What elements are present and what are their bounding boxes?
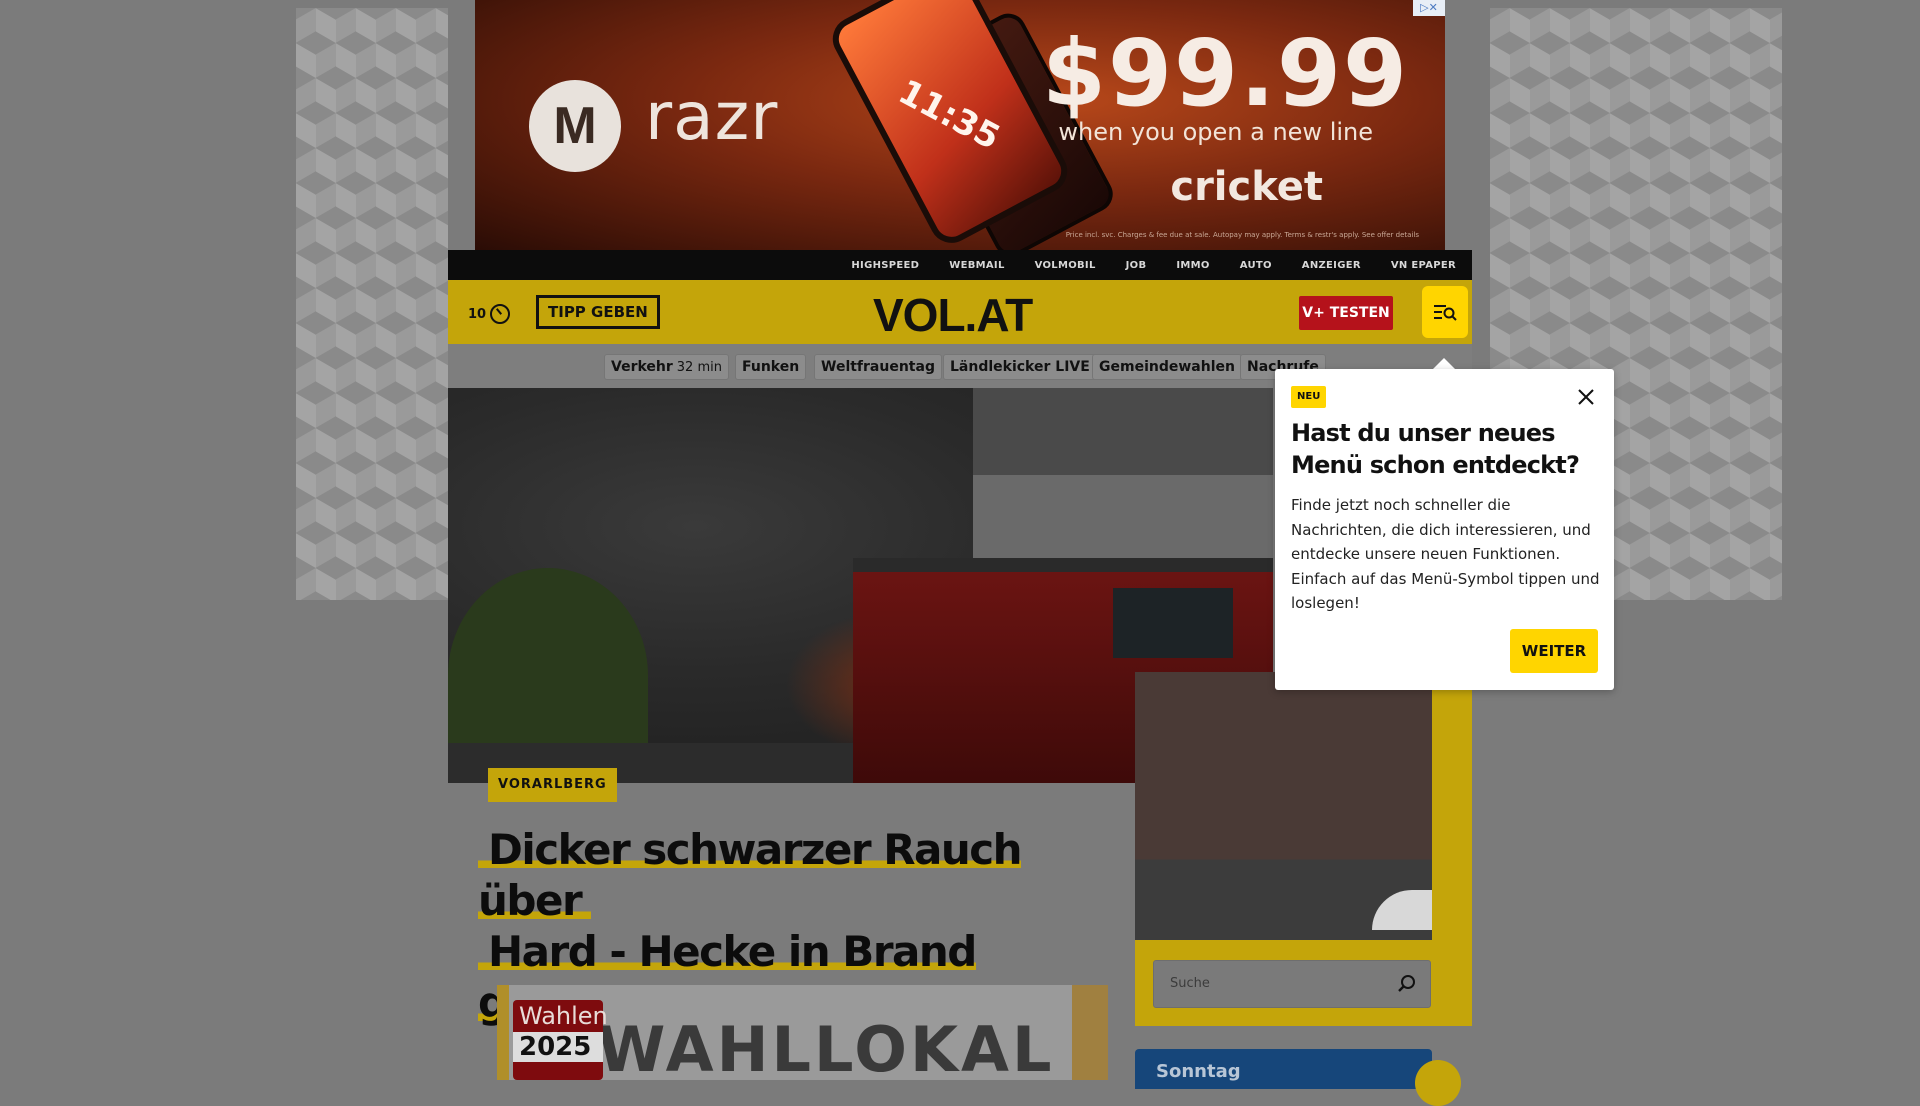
menu-search-button[interactable] <box>1422 286 1468 338</box>
continue-button[interactable]: WEITER <box>1510 629 1598 673</box>
search-placeholder: Suche <box>1170 976 1210 991</box>
service-link-anzeiger[interactable]: ANZEIGER <box>1302 260 1361 271</box>
traffic-delay: 32 min <box>676 360 722 375</box>
article-category[interactable]: VORARLBERG <box>488 768 617 802</box>
quicklink-verkehr[interactable]: Verkehr 32 min <box>604 354 729 380</box>
service-link-volmobil[interactable]: VOLMOBIL <box>1035 260 1096 271</box>
ad-price: $99.99 <box>1041 20 1409 127</box>
election-badge: Wahlen 2025 <box>513 1000 608 1080</box>
service-link-highspeed[interactable]: HIGHSPEED <box>851 260 919 271</box>
teaser-edge <box>497 985 509 1080</box>
weather-sun-icon <box>1415 1060 1461 1106</box>
quicklink-label: Verkehr <box>611 359 673 375</box>
hero-truck-window <box>1113 588 1233 658</box>
site-logo[interactable]: VOL.AT <box>873 288 1033 342</box>
teaser-sign-text: WAHLLOKAL <box>597 1013 1055 1080</box>
quicklink-label: Weltfrauentag <box>821 359 935 375</box>
quicklink-weltfrauentag[interactable]: Weltfrauentag <box>814 354 942 380</box>
advertisement-banner[interactable]: M razr 11:35 $99.99 when you open a new … <box>475 0 1445 250</box>
top-service-bar: HIGHSPEED WEBMAIL VOLMOBIL JOB IMMO AUTO… <box>448 250 1472 280</box>
notification-counter[interactable]: 10 <box>468 304 511 324</box>
service-link-auto[interactable]: AUTO <box>1240 260 1272 271</box>
weather-card[interactable]: Sonntag <box>1135 1049 1432 1089</box>
popup-title: Hast du unser neues Menü schon entdeckt? <box>1291 419 1580 479</box>
quicklink-gemeindewahlen[interactable]: Gemeindewahlen <box>1092 354 1242 380</box>
sidebar-car <box>1372 890 1432 930</box>
ad-fineprint: Price incl. svc. Charges & fee due at sa… <box>1065 231 1419 239</box>
quicklink-funken[interactable]: Funken <box>735 354 807 380</box>
election-badge-word: Wahlen <box>519 1002 608 1030</box>
adchoices-close-icon[interactable]: ▷✕ <box>1413 0 1445 16</box>
sidebar-image[interactable] <box>1135 672 1432 940</box>
new-badge: NEU <box>1291 386 1327 408</box>
election-badge-year: 2025 <box>513 1032 603 1062</box>
service-link-webmail[interactable]: WEBMAIL <box>949 260 1004 271</box>
vplus-trial-button[interactable]: V+ TESTEN <box>1299 296 1393 330</box>
service-link-immo[interactable]: IMMO <box>1176 260 1209 271</box>
service-link-job[interactable]: JOB <box>1126 260 1147 271</box>
search-input[interactable]: Suche <box>1153 960 1431 1008</box>
ad-carrier: cricket <box>1170 164 1323 210</box>
tip-button[interactable]: TIPP GEBEN <box>536 295 660 329</box>
service-link-vn-epaper[interactable]: VN EPAPER <box>1391 260 1456 271</box>
ad-subline: when you open a new line <box>1058 118 1373 146</box>
main-header: 10 TIPP GEBEN VOL.AT V+ TESTEN <box>448 280 1472 344</box>
teaser-edge-right <box>1072 985 1108 1080</box>
headline-line-1: Dicker schwarzer Rauch über <box>478 825 1023 925</box>
search-icon[interactable] <box>1396 973 1418 995</box>
background-pattern-left <box>296 8 448 600</box>
quicklink-laendlekicker[interactable]: Ländlekicker LIVE <box>943 354 1097 380</box>
popup-body: Finde jetzt noch schneller die Nachricht… <box>1291 496 1600 612</box>
close-icon[interactable] <box>1574 385 1598 409</box>
weather-day: Sonntag <box>1156 1061 1241 1082</box>
quicklink-label: Ländlekicker LIVE <box>950 359 1090 375</box>
teaser-image[interactable]: WAHLLOKAL Wahlen 2025 <box>497 985 1108 1080</box>
service-links: HIGHSPEED WEBMAIL VOLMOBIL JOB IMMO AUTO… <box>821 250 1456 280</box>
ad-brand: razr <box>645 78 779 155</box>
quicklink-label: Gemeindewahlen <box>1099 359 1235 375</box>
new-menu-popup: NEU Hast du unser neues Menü schon entde… <box>1275 369 1614 690</box>
notification-count: 10 <box>468 306 487 322</box>
motorola-logo: M <box>529 80 621 172</box>
clock-icon <box>490 304 511 324</box>
quicklink-label: Funken <box>742 359 800 375</box>
menu-search-icon <box>1434 305 1457 321</box>
